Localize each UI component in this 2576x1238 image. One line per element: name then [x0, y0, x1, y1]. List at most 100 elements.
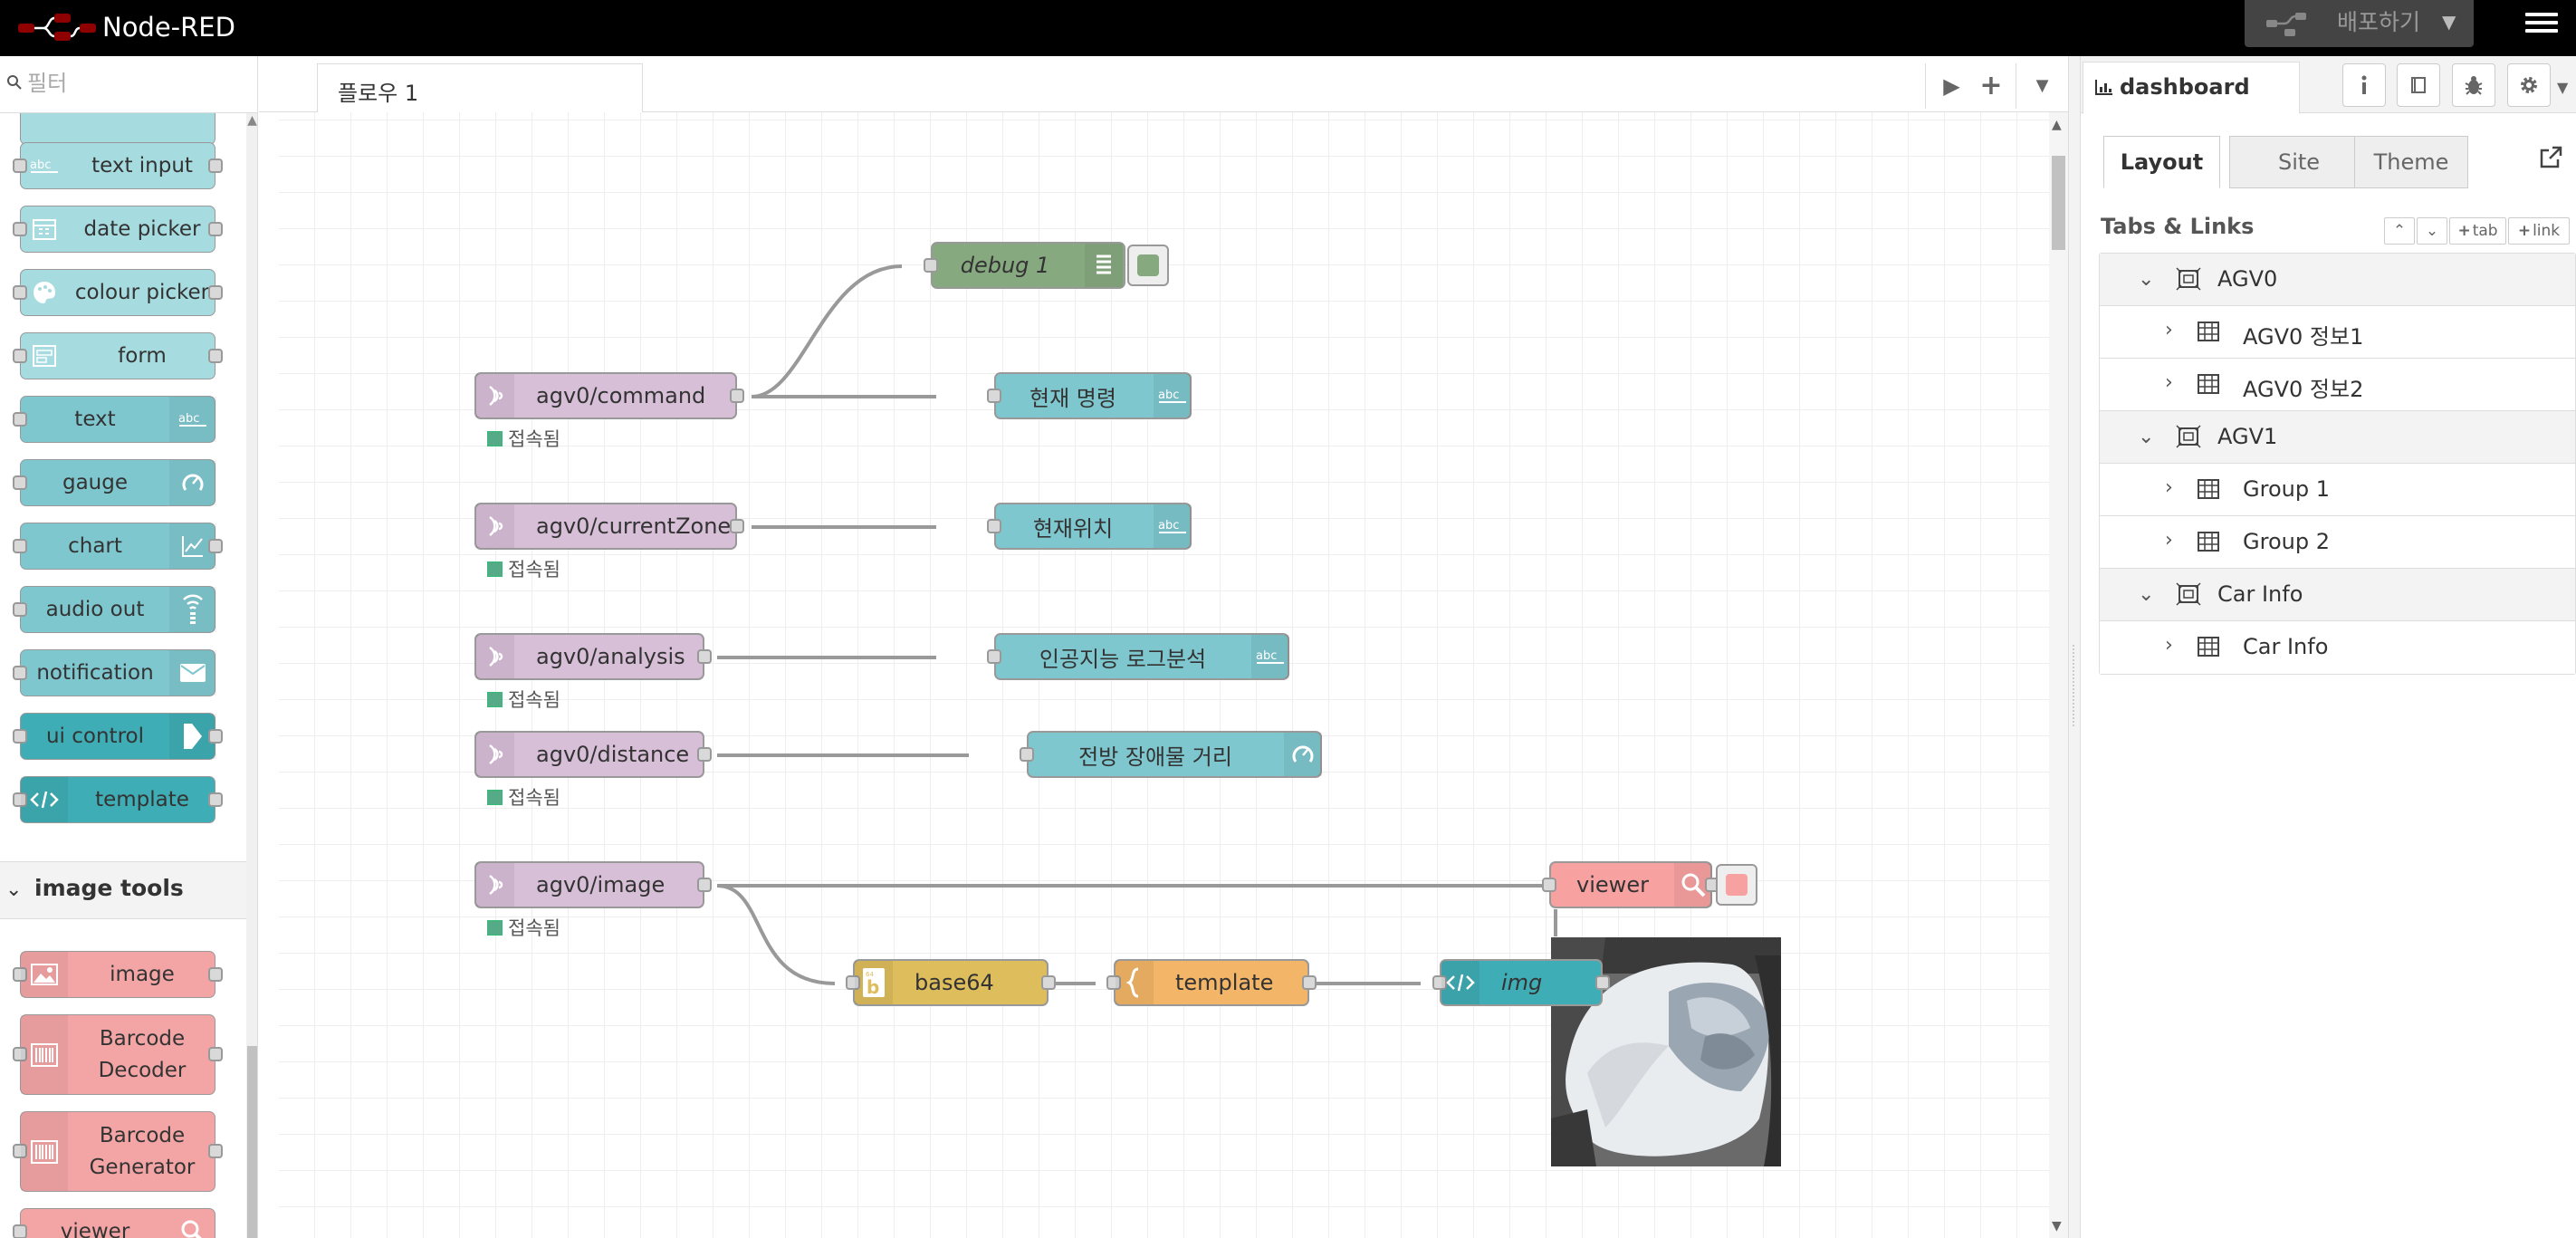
- node-base64[interactable]: 64 b base64: [846, 959, 1056, 1006]
- palette-node-audio-out[interactable]: audio out: [13, 586, 216, 633]
- node-label: agv0/image: [536, 872, 666, 897]
- tree-tab-agv0[interactable]: ⌄ AGV0: [2100, 254, 2575, 306]
- flow-list-dropdown-icon[interactable]: ▼: [2016, 63, 2068, 109]
- palette-node-label: date picker: [83, 216, 201, 241]
- node-mqtt-in-image[interactable]: agv0/image: [474, 861, 712, 908]
- palette-node-viewer[interactable]: viewer: [13, 1208, 215, 1238]
- debug-toggle-button[interactable]: [1127, 245, 1169, 286]
- node-text-zone[interactable]: 현재위치 abc: [987, 503, 1192, 550]
- palette-node-form[interactable]: form: [13, 332, 223, 379]
- sidebar-menu-dropdown-icon[interactable]: ▼: [2557, 79, 2568, 96]
- node-label: 인공지능 로그분석: [1039, 646, 1207, 672]
- subtab-site[interactable]: Site: [2229, 136, 2369, 188]
- deploy-dropdown-icon[interactable]: ▼: [2442, 11, 2456, 33]
- node-label: 전방 장애물 거리: [1078, 744, 1232, 770]
- tree-tab-car-info[interactable]: ⌄ Car Info: [2100, 569, 2575, 621]
- palette-node-colour-picker[interactable]: colour picker: [13, 269, 223, 316]
- palette-node-notification[interactable]: notification: [13, 649, 216, 696]
- tree-group-agv0-info1[interactable]: › AGV0 정보1: [2100, 306, 2575, 359]
- palette-filter-input[interactable]: [27, 69, 244, 98]
- table-icon: [2198, 637, 2219, 657]
- palette-node-label: template: [95, 787, 189, 811]
- abc-icon: abc: [169, 397, 216, 442]
- image-icon: [21, 952, 68, 997]
- chevron-down-icon[interactable]: ⌄: [2138, 426, 2154, 448]
- dashboard-tab-icon: [2176, 582, 2201, 606]
- palette-node-text-input[interactable]: abc text input: [13, 142, 223, 189]
- gear-icon[interactable]: [2507, 63, 2551, 107]
- palette-scrollbar[interactable]: ▲: [246, 113, 257, 1238]
- node-label: 현재 명령: [1029, 385, 1116, 411]
- svg-text:abc: abc: [1158, 389, 1179, 402]
- palette-node-barcode-decoder[interactable]: Barcode Decoder: [13, 1014, 223, 1095]
- tree-tab-agv1[interactable]: ⌄ AGV1: [2100, 411, 2575, 464]
- chevron-right-icon[interactable]: ›: [2165, 371, 2173, 394]
- chevron-right-icon[interactable]: ›: [2165, 529, 2173, 552]
- main-menu-icon[interactable]: [2525, 9, 2558, 42]
- subtab-layout[interactable]: Layout: [2103, 136, 2220, 188]
- node-text-analysis[interactable]: 인공지능 로그분석 abc: [987, 633, 1289, 680]
- node-viewer[interactable]: viewer: [1542, 861, 1719, 908]
- node-mqtt-in-distance[interactable]: agv0/distance: [474, 731, 712, 778]
- palette-node-chart[interactable]: chart: [13, 523, 223, 570]
- tree-group-agv0-info2[interactable]: › AGV0 정보2: [2100, 359, 2575, 411]
- tree-group-car-info[interactable]: › Car Info: [2100, 621, 2575, 674]
- add-link-button[interactable]: + link: [2508, 217, 2570, 245]
- node-mqtt-in-zone[interactable]: agv0/currentZone: [474, 503, 744, 550]
- deploy-button[interactable]: 배포하기 ▼: [2245, 0, 2474, 47]
- external-link-icon[interactable]: [2538, 145, 2563, 170]
- palette-scrollbar-thumb[interactable]: [247, 1046, 257, 1238]
- node-mqtt-in-command[interactable]: agv0/command: [474, 372, 744, 419]
- flow-canvas[interactable]: debug 1 agv0/command 접속됨 현재 명령 abc agv0/…: [279, 112, 2049, 1238]
- node-label: 현재위치: [1032, 515, 1114, 542]
- chevron-right-icon[interactable]: ›: [2165, 634, 2173, 657]
- node-template[interactable]: template: [1106, 959, 1317, 1006]
- palette-node-ui-control[interactable]: ui control: [13, 713, 223, 760]
- node-mqtt-in-analysis[interactable]: agv0/analysis: [474, 633, 712, 680]
- palette-node-barcode-generator[interactable]: Barcode Generator: [13, 1111, 223, 1192]
- sidebar-separator[interactable]: [2068, 56, 2081, 1238]
- node-img[interactable]: img: [1432, 959, 1610, 1006]
- palette-category-image-tools[interactable]: ⌄ image tools: [0, 861, 246, 919]
- scroll-up-icon[interactable]: ▲: [246, 113, 257, 131]
- collapse-all-icon[interactable]: ⌃: [2384, 217, 2415, 245]
- help-book-icon[interactable]: [2397, 63, 2440, 107]
- node-label: agv0/currentZone: [536, 513, 732, 539]
- workspace-scrollbar-thumb[interactable]: [2052, 156, 2065, 250]
- node-text-command[interactable]: 현재 명령 abc: [987, 372, 1192, 419]
- braces-icon: [1116, 961, 1154, 1004]
- palette-node-label: viewer: [60, 1219, 130, 1238]
- palette-node-template[interactable]: template: [13, 776, 223, 823]
- add-tab-button[interactable]: + tab: [2449, 217, 2506, 245]
- node-label: base64: [915, 970, 994, 995]
- scroll-up-icon[interactable]: ▲: [2052, 118, 2062, 132]
- chevron-right-icon[interactable]: ›: [2165, 319, 2173, 341]
- node-label: debug 1: [960, 253, 1050, 278]
- add-flow-icon[interactable]: +: [1965, 63, 2017, 109]
- palette-node-gauge[interactable]: gauge: [13, 459, 216, 506]
- palette-node-partial[interactable]: [20, 113, 215, 145]
- svg-text:abc: abc: [178, 412, 199, 426]
- node-gauge-distance[interactable]: 전방 장애물 거리: [1020, 731, 1322, 778]
- palette-node-date-picker[interactable]: date picker: [13, 206, 223, 253]
- debug-bug-icon[interactable]: [2452, 63, 2495, 107]
- chevron-right-icon[interactable]: ›: [2165, 476, 2173, 499]
- subtab-theme[interactable]: Theme: [2354, 136, 2468, 188]
- app-title: Node-RED: [102, 12, 235, 43]
- expand-all-icon[interactable]: ⌄: [2417, 217, 2447, 245]
- sidebar-tab-dashboard[interactable]: dashboard: [2083, 62, 2300, 114]
- palette-node-text[interactable]: text abc: [13, 396, 216, 443]
- info-icon[interactable]: [2342, 63, 2386, 107]
- node-debug[interactable]: debug 1: [924, 242, 1125, 289]
- tree-group-1[interactable]: › Group 1: [2100, 464, 2575, 516]
- viewer-toggle-button[interactable]: [1716, 864, 1757, 906]
- tree-label: AGV1: [2217, 424, 2278, 449]
- tree-group-2[interactable]: › Group 2: [2100, 516, 2575, 569]
- workspace-scrollbar[interactable]: ▲ ▼: [2049, 112, 2068, 1238]
- tab-flow-1[interactable]: 플로우 1: [317, 63, 643, 113]
- palette-node-label: audio out: [45, 597, 145, 621]
- chevron-down-icon[interactable]: ⌄: [2138, 268, 2154, 291]
- scroll-down-icon[interactable]: ▼: [2052, 1219, 2062, 1233]
- palette-node-image[interactable]: image: [13, 951, 223, 998]
- chevron-down-icon[interactable]: ⌄: [2138, 583, 2154, 606]
